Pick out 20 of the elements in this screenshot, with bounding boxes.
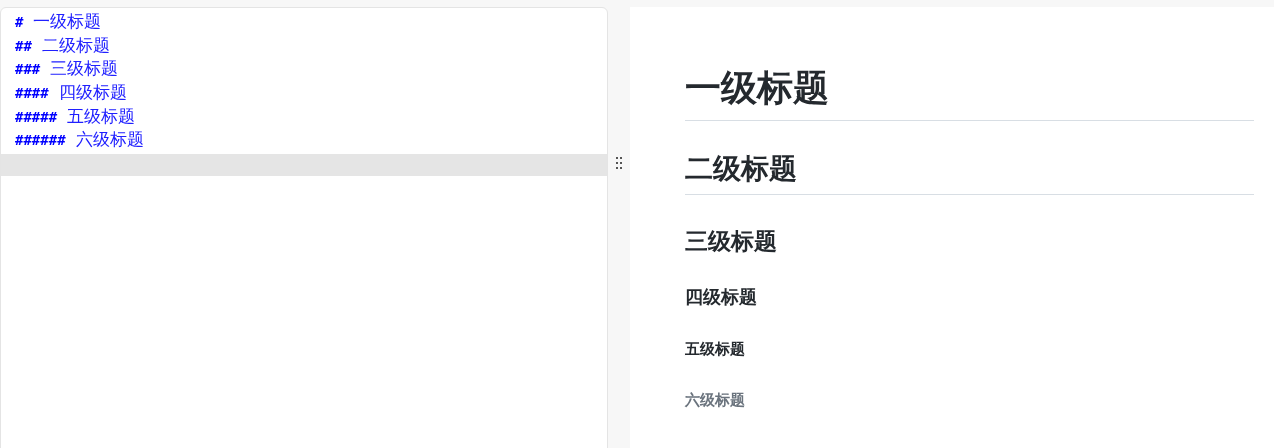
heading-marker: ### [15,61,41,78]
line-text: 五级标题 [67,105,136,128]
heading-marker: ## [15,37,32,54]
heading-marker: # [15,14,24,30]
line-text: 三级标题 [50,58,119,81]
line-text: 四级标题 [58,82,127,105]
preview-heading: 一级标题 [685,65,1254,121]
heading-marker: ###### [15,132,66,149]
preview-heading: 六级标题 [685,391,746,410]
preview-heading: 五级标题 [685,340,746,359]
heading-marker: ##### [15,108,58,125]
preview-heading: 三级标题 [685,227,778,256]
drag-handle-icon[interactable] [616,156,622,169]
line-text: 一级标题 [33,11,102,33]
editor-panel[interactable]: # 一级标题 ## 二级标题 ### 三级标题 #### 四级标题 ##### 五级标题 ###### 六级标题 [0,7,608,448]
line-text: 六级标题 [75,129,144,152]
line-text: 二级标题 [41,34,110,57]
preview-heading: 四级标题 [685,285,758,309]
heading-marker: #### [15,85,49,102]
preview-heading: 二级标题 [685,151,1254,195]
